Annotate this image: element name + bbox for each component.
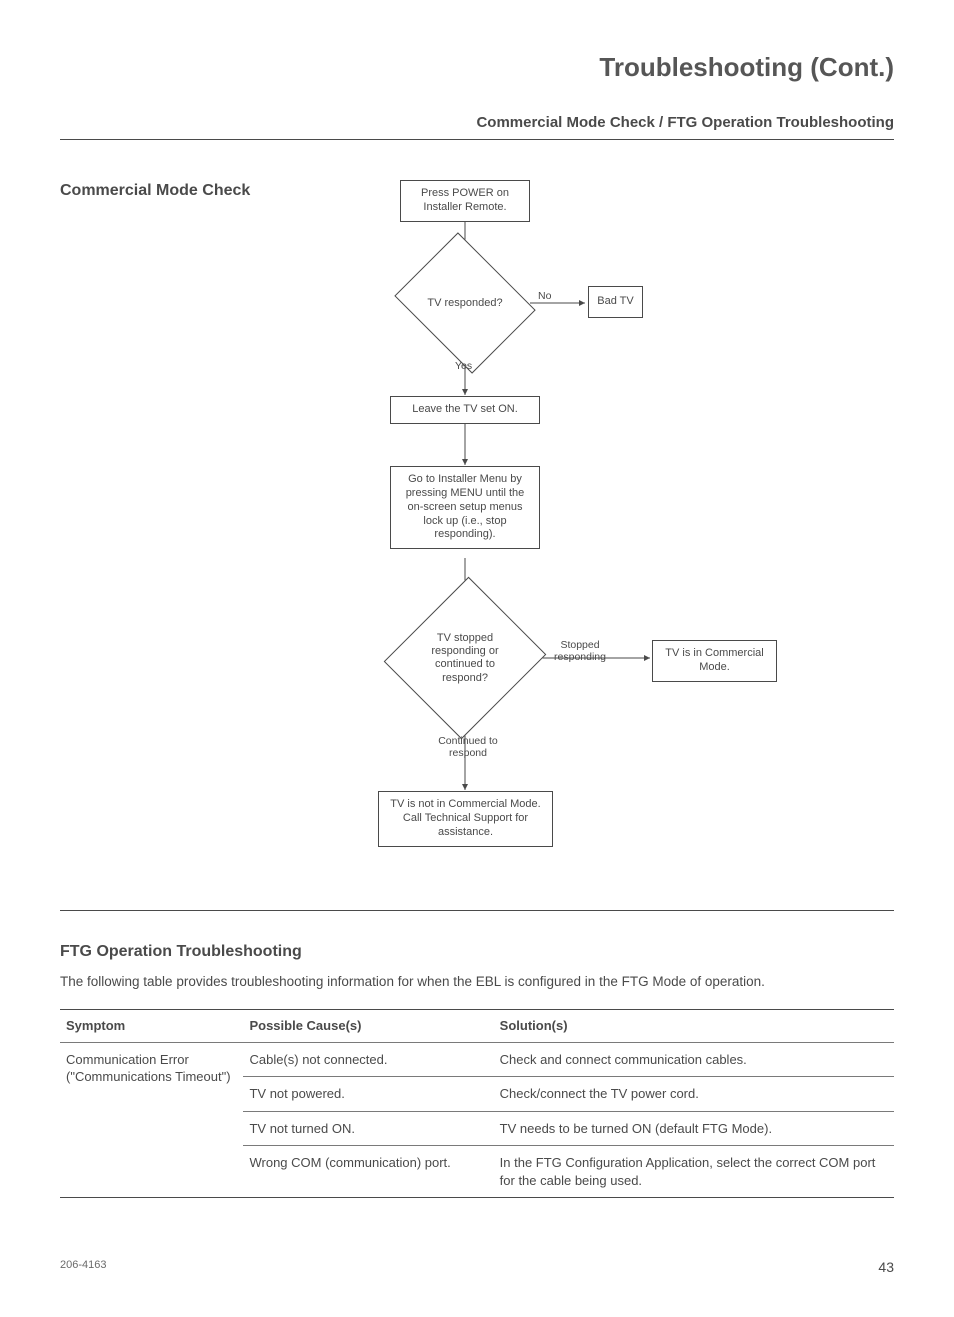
flow-commercial-box: TV is in Commercial Mode. <box>652 640 777 682</box>
flow-label-stopped: Stopped responding <box>545 639 615 663</box>
flow-installer-menu-box: Go to Installer Menu by pressing MENU un… <box>390 466 540 549</box>
flow-decision-responded-text: TV responded? <box>410 258 520 348</box>
cell-symptom: Communication Error ("Communications Tim… <box>60 1042 243 1198</box>
flowchart-heading: Commercial Mode Check <box>60 180 340 880</box>
cell-cause: TV not powered. <box>243 1077 493 1112</box>
page-footer: 206-4163 43 <box>60 1258 894 1277</box>
flowchart: Press POWER on Installer Remote. TV resp… <box>370 180 894 880</box>
table-row: Communication Error ("Communications Tim… <box>60 1042 894 1077</box>
flow-badtv-box: Bad TV <box>588 286 643 318</box>
ftg-table: Symptom Possible Cause(s) Solution(s) Co… <box>60 1009 894 1198</box>
cell-solution: Check and connect communication cables. <box>494 1042 894 1077</box>
section-subtitle: Commercial Mode Check / FTG Operation Tr… <box>60 113 894 140</box>
th-cause: Possible Cause(s) <box>243 1010 493 1043</box>
commercial-mode-section: Commercial Mode Check Press POWER on Ins… <box>60 180 894 911</box>
flow-label-yes: Yes <box>455 360 472 372</box>
flow-not-commercial-box: TV is not in Commercial Mode. Call Techn… <box>378 791 553 846</box>
doc-number: 206-4163 <box>60 1258 107 1277</box>
flow-decision-stopped-text: TV stopped responding or continued to re… <box>410 598 520 718</box>
flow-decision-responded: TV responded? <box>410 258 520 348</box>
flow-label-continued: Continued to respond <box>438 735 498 759</box>
page-title: Troubleshooting (Cont.) <box>60 50 894 85</box>
cell-solution: Check/connect the TV power cord. <box>494 1077 894 1112</box>
ftg-intro: The following table provides troubleshoo… <box>60 973 894 991</box>
flow-decision-stopped: TV stopped responding or continued to re… <box>410 598 520 718</box>
cell-solution: In the FTG Configuration Application, se… <box>494 1146 894 1198</box>
th-solution: Solution(s) <box>494 1010 894 1043</box>
flow-leave-on-box: Leave the TV set ON. <box>390 396 540 424</box>
cell-cause: Cable(s) not connected. <box>243 1042 493 1077</box>
page-number: 43 <box>878 1258 894 1277</box>
flow-label-no: No <box>538 290 551 302</box>
cell-cause: Wrong COM (communication) port. <box>243 1146 493 1198</box>
flow-start-box: Press POWER on Installer Remote. <box>400 180 530 222</box>
cell-solution: TV needs to be turned ON (default FTG Mo… <box>494 1111 894 1146</box>
ftg-heading: FTG Operation Troubleshooting <box>60 941 894 963</box>
cell-cause: TV not turned ON. <box>243 1111 493 1146</box>
th-symptom: Symptom <box>60 1010 243 1043</box>
